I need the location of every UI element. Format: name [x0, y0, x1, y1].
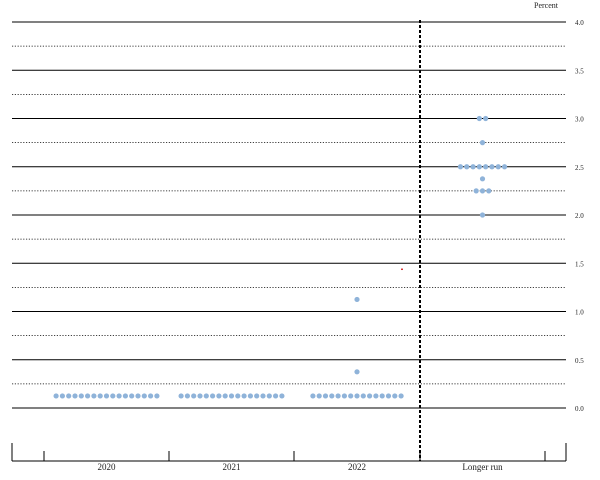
projection-dot: [254, 393, 260, 399]
y-tick-label: 3.0: [575, 116, 584, 124]
projection-dot: [322, 393, 329, 399]
dot-plot-chart: 0.0 0.5 1.0 1.5 2.0 2.5 3.0 3.5 4.0 2020 2021 2022 L…: [11, 19, 584, 472]
projection-dot: [310, 393, 316, 399]
projection-dot: [464, 164, 470, 170]
projection-dot: [495, 164, 501, 170]
projection-dot: [279, 393, 285, 399]
projection-dot: [354, 296, 360, 303]
y-tick-label: 1.0: [575, 309, 584, 317]
projection-dot: [260, 393, 266, 399]
projection-dot: [178, 393, 184, 399]
projection-dot: [483, 164, 489, 170]
projection-dot: [222, 393, 228, 399]
projection-dot: [473, 188, 479, 194]
projection-dot: [91, 393, 97, 399]
projection-dot: [116, 393, 122, 399]
projection-dot: [476, 164, 482, 170]
projection-dot: [59, 393, 65, 399]
projection-dot: [148, 393, 154, 399]
projection-dot: [72, 393, 78, 399]
projection-dot: [479, 188, 486, 194]
projection-dot: [184, 393, 190, 399]
projection-dot: [367, 393, 373, 399]
projection-dot: [329, 393, 335, 399]
projection-dot: [154, 393, 160, 399]
projection-dot: [379, 393, 385, 399]
projection-dot: [266, 393, 272, 399]
projection-dot: [479, 176, 486, 182]
y-tick-label: 2.0: [575, 212, 584, 220]
projection-dot: [354, 393, 360, 399]
projection-dot: [129, 393, 135, 399]
projection-dot: [122, 393, 128, 399]
projection-dot: [273, 393, 279, 399]
projection-dot: [210, 393, 216, 399]
projection-dot: [501, 164, 508, 170]
projection-dot: [398, 393, 404, 399]
projection-dot: [483, 115, 489, 122]
projection-dot: [141, 393, 147, 399]
projection-dot: [486, 188, 492, 194]
projection-dot: [457, 164, 464, 170]
projection-dot: [235, 393, 241, 399]
projection-dot: [85, 393, 91, 399]
projection-dot: [348, 393, 354, 399]
projection-dot: [470, 164, 476, 170]
projection-dot: [228, 393, 235, 399]
projection-dot: [385, 393, 392, 399]
projection-dot: [78, 393, 84, 399]
projection-dot: [341, 393, 347, 399]
projection-dot: [53, 393, 59, 399]
x-category-label: 2022: [348, 462, 366, 472]
x-category-label: Longer run: [462, 462, 503, 472]
projection-dot: [316, 393, 322, 399]
projection-dot: [135, 393, 141, 399]
y-tick-label: 0.0: [575, 405, 584, 413]
y-tick-label: 2.5: [575, 164, 584, 172]
projection-dot: [335, 393, 341, 399]
projection-dot: [97, 393, 103, 399]
projection-dot: [197, 393, 203, 399]
y-tick-label: 3.5: [575, 67, 584, 75]
x-category-label: 2020: [98, 462, 117, 472]
marker-point: [401, 268, 403, 271]
projection-dot: [241, 393, 247, 399]
y-tick-label: 4.0: [575, 19, 584, 27]
y-tick-label: 1.5: [575, 260, 584, 268]
projection-dot: [373, 393, 379, 399]
x-category-label: 2021: [223, 462, 241, 472]
projection-dot: [216, 393, 222, 399]
projection-dot: [489, 164, 495, 170]
projection-dot: [103, 393, 110, 399]
projection-dot: [66, 393, 72, 399]
projection-dot: [110, 393, 116, 399]
projection-dot: [476, 115, 482, 122]
projection-dot: [354, 369, 360, 375]
projection-dot: [203, 393, 209, 399]
y-tick-label: 0.5: [575, 357, 584, 365]
projection-dot: [479, 212, 486, 218]
projection-dot: [191, 393, 197, 399]
projection-dot: [479, 140, 486, 146]
projection-dot: [360, 393, 366, 399]
projection-dot: [392, 393, 398, 399]
projection-dot: [247, 393, 253, 399]
